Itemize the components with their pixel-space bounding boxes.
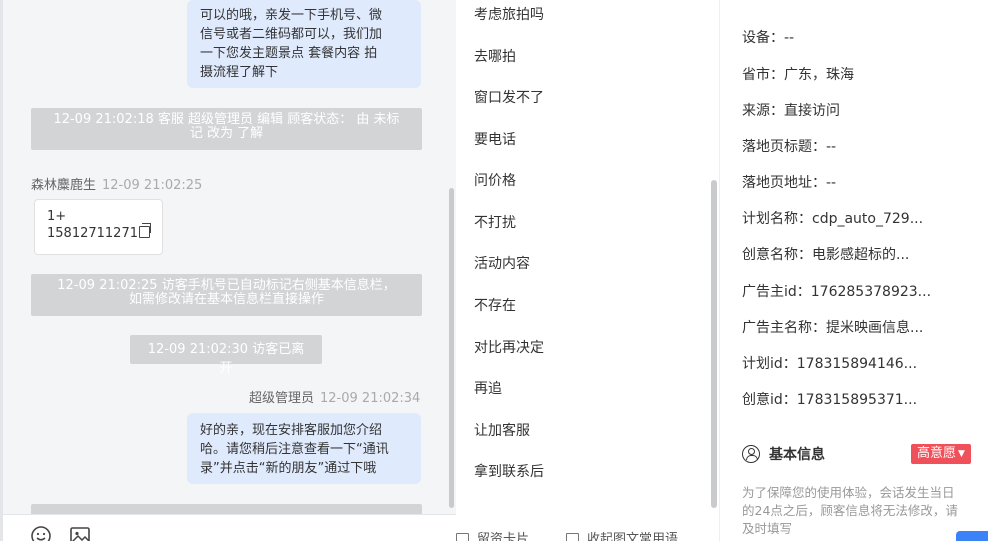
user-icon — [742, 445, 760, 463]
message-line: 可以的哦，亲发一下手机号、微 — [200, 8, 383, 23]
info-field-creative-name: 创意名称：电影感超标的... — [742, 247, 910, 263]
save-button-partial[interactable] — [956, 531, 988, 541]
info-edit-notice: 为了保障您的使用体验，会话发生当日 的24点之后，顾客信息将无法修改，请 及时填… — [742, 484, 977, 538]
system-notice-line: 如需修改请在基本信息栏直接操作 — [128, 292, 324, 307]
basic-info-title: 基本信息 — [742, 444, 825, 464]
message-line: 好的亲，现在安排客服加您介绍 — [200, 423, 383, 438]
info-field-plan-name: 计划名称：cdp_auto_729... — [742, 211, 924, 227]
quick-phrase-item[interactable]: 对比再决定 — [474, 337, 544, 357]
visitor-name: 森林麋鹿生 — [31, 178, 97, 193]
emoji-icon[interactable] — [30, 525, 52, 541]
chat-scrollbar[interactable] — [449, 188, 454, 508]
customer-info-panel: 设备：-- 省市：广东，珠海 来源：直接访问 落地页标题：-- 落地页地址：--… — [721, 0, 988, 541]
collapse-phrases-label: 收起图文常用语 — [587, 532, 679, 541]
lead-card-button[interactable]: 留资卡片 — [456, 528, 529, 541]
info-field-advertiser-id: 广告主id：176285378923... — [742, 284, 932, 300]
caret-down-icon: ▼ — [958, 449, 965, 459]
quick-phrase-item[interactable]: 让加客服 — [474, 420, 530, 440]
agent-message-bubble: 可以的哦，亲发一下手机号、微 信号或者二维码都可以，我们加 一下您发主题景点 套… — [187, 0, 421, 88]
notice-line: 的24点之后，顾客信息将无法修改，请 — [742, 503, 958, 518]
info-field-region: 省市：广东，珠海 — [742, 67, 854, 83]
info-field-device: 设备：-- — [742, 30, 795, 46]
quick-phrase-item[interactable]: 拿到联系后 — [474, 461, 544, 481]
agent-time: 12-09 21:02:34 — [320, 391, 421, 406]
quick-phrase-item[interactable]: 去哪拍 — [474, 46, 516, 66]
info-field-source: 来源：直接访问 — [742, 103, 840, 119]
agent-sender: 超级管理员 12-09 21:02:34 — [249, 387, 420, 406]
copy-icon[interactable] — [138, 223, 151, 238]
info-field-plan-id: 计划id：178315894146... — [742, 356, 918, 372]
system-notice-line: 12-09 21:02:30 访客已离开 — [147, 342, 305, 376]
quick-phrase-item[interactable]: 不打扰 — [474, 212, 516, 232]
intent-level-dropdown[interactable]: 高意愿 ▼ — [911, 444, 971, 464]
notice-line: 为了保障您的使用体验，会话发生当日 — [742, 485, 955, 500]
quick-phrase-item[interactable]: 不存在 — [474, 295, 516, 315]
image-icon[interactable] — [69, 525, 91, 541]
quick-phrase-item[interactable]: 活动内容 — [474, 253, 530, 273]
system-notice-line: 记 改为 了解 — [189, 126, 264, 141]
notice-line: 及时填写 — [742, 521, 793, 536]
message-line: 一下您发主题景点 套餐内容 拍 — [200, 46, 378, 61]
quick-phrase-item[interactable]: 再追 — [474, 378, 502, 398]
message-line: 摄流程了解下 — [200, 65, 279, 80]
basic-info-label: 基本信息 — [769, 447, 825, 463]
message-line: 信号或者二维码都可以，我们加 — [200, 27, 383, 42]
agent-message-bubble: 好的亲，现在安排客服加您介绍 哈。请您稍后注意查看一下“通讯 录”并点击“新的朋… — [187, 413, 421, 484]
composer-toolbar — [3, 514, 456, 541]
lead-card-label: 留资卡片 — [477, 532, 530, 541]
info-field-creative-id: 创意id：178315895371... — [742, 392, 918, 408]
visitor-sender: 森林麋鹿生 12-09 21:02:25 — [31, 174, 202, 193]
info-field-advertiser-name: 广告主名称：提米映画信息... — [742, 320, 924, 336]
quick-phrase-item[interactable]: 要电话 — [474, 129, 516, 149]
system-notice: 12-09 21:02:18 客服 超级管理员 编辑 顾客状态： 由 未标 记 … — [31, 108, 422, 150]
system-notice: 12-09 21:02:25 访客手机号已自动标记右侧基本信息栏， 如需修改请在… — [31, 274, 422, 316]
info-field-landing-url: 落地页地址：-- — [742, 175, 837, 191]
phone-prefix: 1+ — [47, 209, 67, 224]
quick-phrase-item[interactable]: 窗口发不了 — [474, 87, 544, 107]
agent-name: 超级管理员 — [249, 391, 315, 406]
system-notice-line: 12-09 21:02:25 访客手机号已自动标记右侧基本信息栏， — [57, 278, 396, 293]
intent-level-label: 高意愿 — [917, 446, 957, 461]
quick-phrase-item[interactable]: 考虑旅拍吗 — [474, 4, 544, 24]
info-field-landing-title: 落地页标题：-- — [742, 139, 837, 155]
phone-number: 15812711271 — [47, 226, 138, 241]
quick-phrase-item[interactable]: 问价格 — [474, 170, 516, 190]
collapse-phrases-button[interactable]: 收起图文常用语 — [566, 528, 678, 541]
card-icon — [456, 533, 469, 541]
collapse-icon — [566, 533, 579, 541]
visitor-time: 12-09 21:02:25 — [102, 178, 203, 193]
system-notice-line: 12-09 21:02:18 客服 超级管理员 编辑 顾客状态： 由 未标 — [53, 112, 400, 127]
phrase-scrollbar[interactable] — [711, 180, 717, 508]
quick-phrase-panel: 考虑旅拍吗 去哪拍 窗口发不了 要电话 问价格 不打扰 活动内容 不存在 对比再… — [456, 0, 720, 541]
chat-panel: 可以的哦，亲发一下手机号、微 信号或者二维码都可以，我们加 一下您发主题景点 套… — [0, 0, 456, 541]
phone-card: 1+ 15812711271 — [34, 199, 163, 255]
system-notice: 12-09 21:02:30 访客已离开 — [130, 335, 322, 376]
message-line: 录”并点击“新的朋友”通过下哦 — [200, 461, 377, 476]
message-line: 哈。请您稍后注意查看一下“通讯 — [200, 442, 389, 457]
